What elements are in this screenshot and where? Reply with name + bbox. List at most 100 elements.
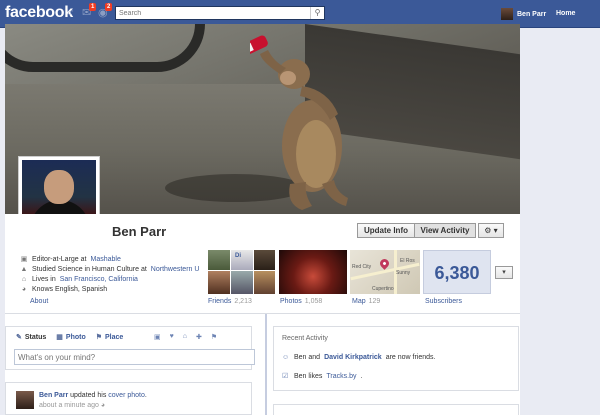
story-action: updated his xyxy=(68,392,109,399)
friends-count: 2,213 xyxy=(234,298,252,305)
facebook-logo[interactable]: facebook xyxy=(5,4,73,22)
friends-tile[interactable]: Di xyxy=(208,250,275,294)
photos-label-text: Photos xyxy=(280,298,302,305)
photos-tile[interactable] xyxy=(279,250,347,294)
map-tile[interactable]: Red City Sunny Cupertino El Ros xyxy=(350,250,420,294)
friend-thumb xyxy=(208,250,230,270)
map-place-label: Cupertino xyxy=(372,286,394,292)
story-timestamp: about a minute ago ◕ xyxy=(39,402,105,409)
profile-face xyxy=(44,170,74,204)
composer-tabs: ✎ Status ▦ Photo ⚑ Place xyxy=(16,333,124,342)
story-time[interactable]: about a minute ago xyxy=(39,402,99,409)
status-input[interactable] xyxy=(14,349,255,365)
composer-tab-status-label: Status xyxy=(24,333,47,341)
top-user-link[interactable]: Ben Parr xyxy=(501,7,546,21)
globe-icon: ◕ xyxy=(100,402,106,409)
recent-item-link[interactable]: Tracks.by xyxy=(326,373,356,380)
update-info-button[interactable]: Update Info xyxy=(357,223,415,238)
right-gutter xyxy=(520,28,600,415)
monkey-drinking-image xyxy=(250,35,348,210)
house-icon[interactable]: ⌂ xyxy=(183,333,187,341)
about-row-location: ⌂ Lives in San Francisco, California xyxy=(20,274,200,284)
view-activity-button[interactable]: View Activity xyxy=(414,223,476,238)
status-composer: ✎ Status ▦ Photo ⚑ Place ▣ ♥ ⌂ ✚ ⚑ xyxy=(5,326,255,370)
status-icon: ✎ xyxy=(16,334,22,341)
composer-tab-place[interactable]: ⚑ Place xyxy=(95,333,124,342)
about-work-link[interactable]: Mashable xyxy=(90,256,120,263)
story-object-link[interactable]: cover photo xyxy=(108,392,145,399)
timeline-story: Ben Parr updated his cover photo. about … xyxy=(5,382,252,415)
friend-requests-icon[interactable]: ♂ xyxy=(66,7,78,19)
recent-item-link[interactable]: David Kirkpatrick xyxy=(324,354,382,361)
recent-item-text-end: are now friends. xyxy=(385,354,436,361)
friends-icon: ☺ xyxy=(282,354,290,361)
about-education-link[interactable]: Northwestern U xyxy=(151,266,200,273)
map-count: 129 xyxy=(368,298,381,305)
friend-thumb-text: Di xyxy=(235,253,241,259)
map-place-label: El Ros xyxy=(400,258,415,264)
recent-activity-item: ☑ Ben likes Tracks.by. xyxy=(282,372,363,381)
composer-tab-photo-label: Photo xyxy=(65,333,86,341)
user-avatar xyxy=(501,8,513,20)
health-icon[interactable]: ✚ xyxy=(196,333,202,341)
about-summary: ▣ Editor-at-Large at Mashable ▲ Studied … xyxy=(20,254,200,294)
recent-activity-item: ☺ Ben and David Kirkpatrick are now frie… xyxy=(282,354,436,361)
heart-icon[interactable]: ♥ xyxy=(170,333,174,341)
friend-thumb xyxy=(254,271,275,294)
recent-activity-title: Recent Activity xyxy=(282,335,328,342)
subscribers-tile[interactable]: 6,380 xyxy=(423,250,491,294)
subscribers-label[interactable]: Subscribers xyxy=(425,298,462,305)
friends-label[interactable]: Friends 2,213 xyxy=(208,298,252,305)
recent-activity-box: Recent Activity ☺ Ben and David Kirkpatr… xyxy=(273,326,519,391)
recent-item-text-end: . xyxy=(360,372,363,380)
notifications-icon[interactable]: ◉ 2 xyxy=(98,3,113,19)
composer-tab-place-label: Place xyxy=(105,333,124,341)
notifications-badge: 2 xyxy=(105,3,113,11)
graduation-icon: ▲ xyxy=(20,265,28,273)
friends-label-text: Friends xyxy=(208,298,232,305)
briefcase-icon: ▣ xyxy=(20,256,28,263)
work-icon[interactable]: ▣ xyxy=(154,333,161,341)
map-label-text: Map xyxy=(352,298,366,305)
map-place-label: Red City xyxy=(352,264,372,270)
messages-icon[interactable]: ✉ 1 xyxy=(82,3,97,19)
composer-tab-photo[interactable]: ▦ Photo xyxy=(56,333,86,342)
home-link[interactable]: Home xyxy=(556,10,575,17)
story-suffix: . xyxy=(144,392,147,399)
subscribers-count: 6,380 xyxy=(434,263,480,283)
friend-thumb xyxy=(208,271,230,294)
composer-tab-status[interactable]: ✎ Status xyxy=(16,333,47,342)
map-label[interactable]: Map 129 xyxy=(352,298,380,305)
friend-thumb xyxy=(231,271,253,294)
home-icon: ⌂ xyxy=(21,275,27,283)
story-author-link[interactable]: Ben Parr xyxy=(39,392,68,399)
search-icon[interactable]: ⚲ xyxy=(310,7,324,19)
about-row-education: ▲ Studied Science in Human Culture at No… xyxy=(20,264,200,274)
about-row-languages: ◕ Knows English, Spanish xyxy=(20,284,200,294)
cover-pipe xyxy=(5,24,205,72)
photos-label[interactable]: Photos 1,058 xyxy=(280,298,322,305)
tiles-more-dropdown[interactable]: ▾ xyxy=(495,266,513,279)
profile-name: Ben Parr xyxy=(112,224,167,239)
about-work-text: Editor-at-Large at xyxy=(32,255,87,263)
story-text: Ben Parr updated his cover photo. xyxy=(39,392,147,399)
next-timeline-card xyxy=(273,404,519,415)
recent-item-text: Ben and xyxy=(294,354,321,361)
timeline-spine xyxy=(265,314,267,415)
about-education-text: Studied Science in Human Culture at xyxy=(32,265,147,273)
about-languages-text: Knows English, Spanish xyxy=(32,285,108,293)
about-link[interactable]: About xyxy=(30,298,48,305)
place-icon: ⚑ xyxy=(95,334,103,341)
story-avatar[interactable] xyxy=(16,391,34,409)
flag-icon[interactable]: ⚑ xyxy=(211,333,217,341)
search-input[interactable] xyxy=(116,7,306,19)
about-row-work: ▣ Editor-at-Large at Mashable xyxy=(20,254,200,264)
messages-badge: 1 xyxy=(89,3,97,11)
photo-icon: ▦ xyxy=(56,334,63,341)
composer-life-event-icons: ▣ ♥ ⌂ ✚ ⚑ xyxy=(154,333,217,341)
friend-thumb: Di xyxy=(231,250,253,270)
top-user-name: Ben Parr xyxy=(517,10,547,18)
like-icon: ☑ xyxy=(282,373,289,380)
settings-gear-button[interactable]: ⚙ ▾ xyxy=(478,223,504,238)
about-location-link[interactable]: San Francisco, California xyxy=(60,276,138,283)
